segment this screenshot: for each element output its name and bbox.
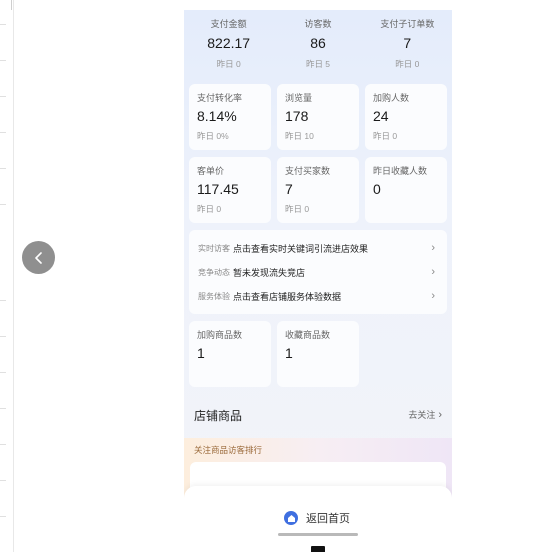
top-tick [11, 0, 12, 10]
stat-card-pageviews[interactable]: 浏览量 178 昨日 10 [277, 84, 359, 150]
bottom-bar: 返回首页 [184, 486, 452, 542]
link-text: 点击查看店铺服务体验数据 [233, 291, 342, 302]
stat-value: 1 [197, 345, 205, 361]
stat-card-cart-items[interactable]: 加购商品数 1 [189, 321, 271, 387]
rail-tick [0, 204, 6, 205]
stat-value: 178 [285, 108, 309, 124]
home-button[interactable]: 返回首页 [284, 510, 350, 526]
rail-tick [0, 444, 6, 445]
stat-value: 7 [403, 35, 412, 51]
stat-yesterday: 昨日 0 [285, 204, 310, 214]
stat-yesterday: 昨日 0% [197, 131, 229, 141]
small-mark [311, 546, 325, 552]
link-key: 实时访客 [198, 243, 230, 253]
rail-tick [0, 132, 6, 133]
stat-visitors[interactable]: 访客数 86 昨日 5 [273, 10, 362, 76]
stat-pay-amount[interactable]: 支付金额 822.17 昨日 0 [184, 10, 273, 76]
stat-label: 访客数 [304, 19, 332, 29]
stat-label: 支付转化率 [197, 93, 243, 103]
stat-card-fav-items[interactable]: 收藏商品数 1 [277, 321, 359, 387]
follow-link[interactable]: 去关注 › [408, 408, 442, 421]
stat-value: 0 [373, 181, 381, 197]
chevron-right-icon: › [431, 290, 435, 302]
follow-label: 去关注 [408, 410, 436, 420]
stat-card-unit-price[interactable]: 客单价 117.45 昨日 0 [189, 157, 271, 223]
stat-label: 支付买家数 [285, 166, 331, 176]
stat-label: 加购人数 [373, 93, 410, 103]
rank-title: 关注商品访客排行 [194, 445, 263, 455]
link-text: 点击查看实时关键词引流进店效果 [233, 243, 369, 254]
rail-tick [0, 408, 6, 409]
stat-label: 浏览量 [285, 93, 313, 103]
rail-tick [0, 516, 6, 517]
stat-yesterday: 昨日 10 [285, 131, 314, 141]
rail-tick [0, 168, 6, 169]
stat-yesterday: 昨日 0 [197, 204, 222, 214]
home-icon [284, 511, 298, 525]
rail-tick [0, 96, 6, 97]
stat-value: 86 [310, 35, 326, 51]
rail-tick [0, 372, 6, 373]
link-key: 服务体验 [198, 291, 230, 301]
core-stats: 支付金额 822.17 昨日 0 访客数 86 昨日 5 支付子订单数 7 昨日… [184, 10, 452, 76]
chevron-left-icon [34, 251, 42, 264]
link-realtime-visitors[interactable]: 实时访客 点击查看实时关键词引流进店效果 › [198, 240, 435, 256]
stat-card-favorites[interactable]: 昨日收藏人数 0 [365, 157, 447, 223]
link-key: 竞争动态 [198, 267, 230, 277]
chevron-right-icon: › [438, 409, 442, 421]
stat-value: 117.45 [197, 181, 239, 197]
link-service[interactable]: 服务体验 点击查看店铺服务体验数据 › [198, 288, 435, 304]
stat-card-cart-users[interactable]: 加购人数 24 昨日 0 [365, 84, 447, 150]
chevron-right-icon: › [431, 266, 435, 278]
chevron-right-icon: › [431, 242, 435, 254]
rail-tick [0, 480, 6, 481]
home-indicator [278, 533, 358, 536]
link-competition[interactable]: 竞争动态 暂未发现流失竞店 › [198, 264, 435, 280]
rail-tick [0, 300, 6, 301]
stat-card-conversion[interactable]: 支付转化率 8.14% 昨日 0% [189, 84, 271, 150]
stat-yesterday: 昨日 0 [395, 59, 420, 69]
rail-tick [0, 60, 6, 61]
left-rail [0, 0, 14, 552]
phone-screen: 支付金额 822.17 昨日 0 访客数 86 昨日 5 支付子订单数 7 昨日… [184, 10, 452, 542]
stat-label: 客单价 [197, 166, 225, 176]
stat-card-buyers[interactable]: 支付买家数 7 昨日 0 [277, 157, 359, 223]
rail-tick [0, 336, 6, 337]
stat-label: 支付金额 [210, 19, 247, 29]
stat-sub-orders[interactable]: 支付子订单数 7 昨日 0 [363, 10, 452, 76]
previous-button[interactable] [22, 241, 55, 274]
stat-yesterday: 昨日 5 [305, 59, 331, 69]
stat-label: 加购商品数 [197, 330, 243, 340]
stat-yesterday: 昨日 0 [373, 131, 398, 141]
stat-yesterday: 昨日 0 [216, 59, 241, 69]
stat-value: 1 [285, 345, 293, 361]
stat-label: 支付子订单数 [380, 19, 435, 29]
insight-links: 实时访客 点击查看实时关键词引流进店效果 › 竞争动态 暂未发现流失竞店 › 服… [189, 230, 447, 314]
link-text: 暂未发现流失竞店 [233, 267, 306, 278]
stat-label: 昨日收藏人数 [373, 166, 428, 176]
home-label: 返回首页 [306, 513, 350, 525]
rail-tick [0, 24, 6, 25]
section-title-shop-goods: 店铺商品 [194, 409, 243, 423]
stat-label: 收藏商品数 [285, 330, 331, 340]
stat-value: 8.14% [197, 108, 237, 124]
stat-value: 7 [285, 181, 293, 197]
stat-value: 24 [373, 108, 389, 124]
stat-value: 822.17 [207, 35, 251, 51]
